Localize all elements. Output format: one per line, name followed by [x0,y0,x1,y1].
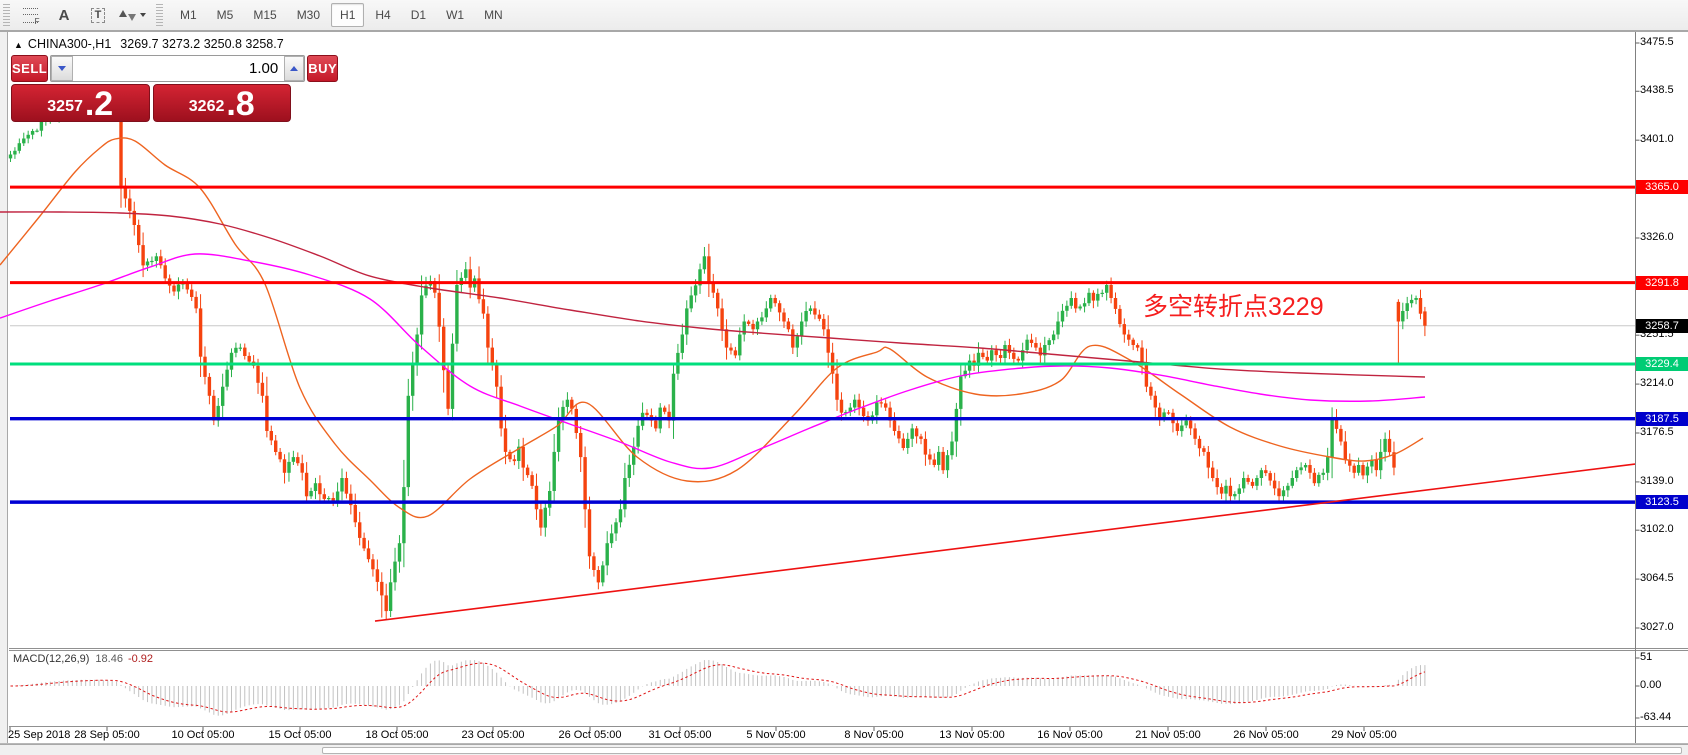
date-axis-label: 5 Nov 05:00 [746,729,805,741]
macd-axis-label: 51 [1640,651,1652,663]
chart-title: ▲ CHINA300-,H1 3269.7 3273.2 3250.8 3258.7 [14,37,284,51]
collapse-panel-icon[interactable]: ▲ [14,40,23,50]
date-axis-label: 18 Oct 05:00 [366,729,429,741]
date-axis-label: 16 Nov 05:00 [1037,729,1102,741]
date-axis-label: 31 Oct 05:00 [649,729,712,741]
date-axis-label: 21 Nov 05:00 [1135,729,1200,741]
buy-button[interactable]: BUY [307,55,338,82]
price-level-badge-3258.7: 3258.7 [1636,319,1688,333]
price-axis-label: 3438.5 [1640,84,1674,96]
price-axis-label: 3401.0 [1640,133,1674,145]
price-axis-label: 3326.0 [1640,231,1674,243]
price-axis-label: 3475.5 [1640,36,1674,48]
macd-axis-label: -63.44 [1640,711,1671,723]
date-axis-label: 28 Sep 05:00 [74,729,139,741]
buy-price-box[interactable]: 3262.8 [153,84,292,122]
price-axis-label: 3102.0 [1640,523,1674,535]
price-level-badge-3229.4: 3229.4 [1636,357,1688,371]
macd-axis-label: 0.00 [1640,679,1661,691]
sell-price-box[interactable]: 3257.2 [11,84,150,122]
price-axis-label: 3064.5 [1640,572,1674,584]
price-level-badge-3123.5: 3123.5 [1636,495,1688,509]
date-axis-label: 26 Oct 05:00 [559,729,622,741]
volume-decrease-button[interactable] [51,56,73,81]
macd-indicator-label: MACD(12,26,9) 18.46 -0.92 [13,653,153,665]
date-axis-label: 25 Sep 2018 [8,729,70,741]
price-axis-label: 3176.5 [1640,426,1674,438]
status-strip-inset [322,747,1682,754]
date-axis-label: 26 Nov 05:00 [1233,729,1298,741]
chart-annotation: 多空转折点3229 [1143,287,1324,323]
volume-increase-button[interactable] [284,56,304,81]
status-strip [0,744,1688,755]
volume-input[interactable] [73,56,284,81]
date-axis-label: 23 Oct 05:00 [462,729,525,741]
buy-price-main: 3262 [189,99,225,115]
date-axis-label: 15 Oct 05:00 [269,729,332,741]
symbol-timeframe: CHINA300-,H1 [28,37,111,51]
one-click-trading-panel: SELL BUY 3257.2 3262.8 [11,55,291,122]
sell-button[interactable]: SELL [11,55,48,82]
sell-price-main: 3257 [47,99,83,115]
date-axis-label: 13 Nov 05:00 [939,729,1004,741]
macd-name: MACD(12,26,9) [13,653,89,665]
ohlc-values: 3269.7 3273.2 3250.8 3258.7 [120,37,283,51]
spinner-down-icon [58,66,66,71]
macd-value: 18.46 [95,653,123,665]
price-level-badge-3291.8: 3291.8 [1636,276,1688,290]
macd-histogram [11,660,1425,716]
price-axis-label: 3214.0 [1640,377,1674,389]
volume-spinner [50,55,305,82]
date-axis-label: 10 Oct 05:00 [172,729,235,741]
date-axis-label: 29 Nov 05:00 [1331,729,1396,741]
price-axis-label: 3027.0 [1640,621,1674,633]
macd-signal-value: -0.92 [128,653,153,665]
candles-layer [9,95,1427,619]
price-axis-label: 3139.0 [1640,475,1674,487]
spinner-up-icon [290,66,298,71]
mt4-window: F A T M1M5M15M30H1H4D1W1MN ▲CHINA300-,H1… [0,0,1688,755]
sell-price-frac: .2 [85,90,113,119]
price-level-badge-3187.5: 3187.5 [1636,412,1688,426]
ascending-trend-line[interactable] [375,464,1635,621]
date-axis-label: 8 Nov 05:00 [844,729,903,741]
price-level-badge-3365.0: 3365.0 [1636,180,1688,194]
buy-price-frac: .8 [226,90,254,119]
